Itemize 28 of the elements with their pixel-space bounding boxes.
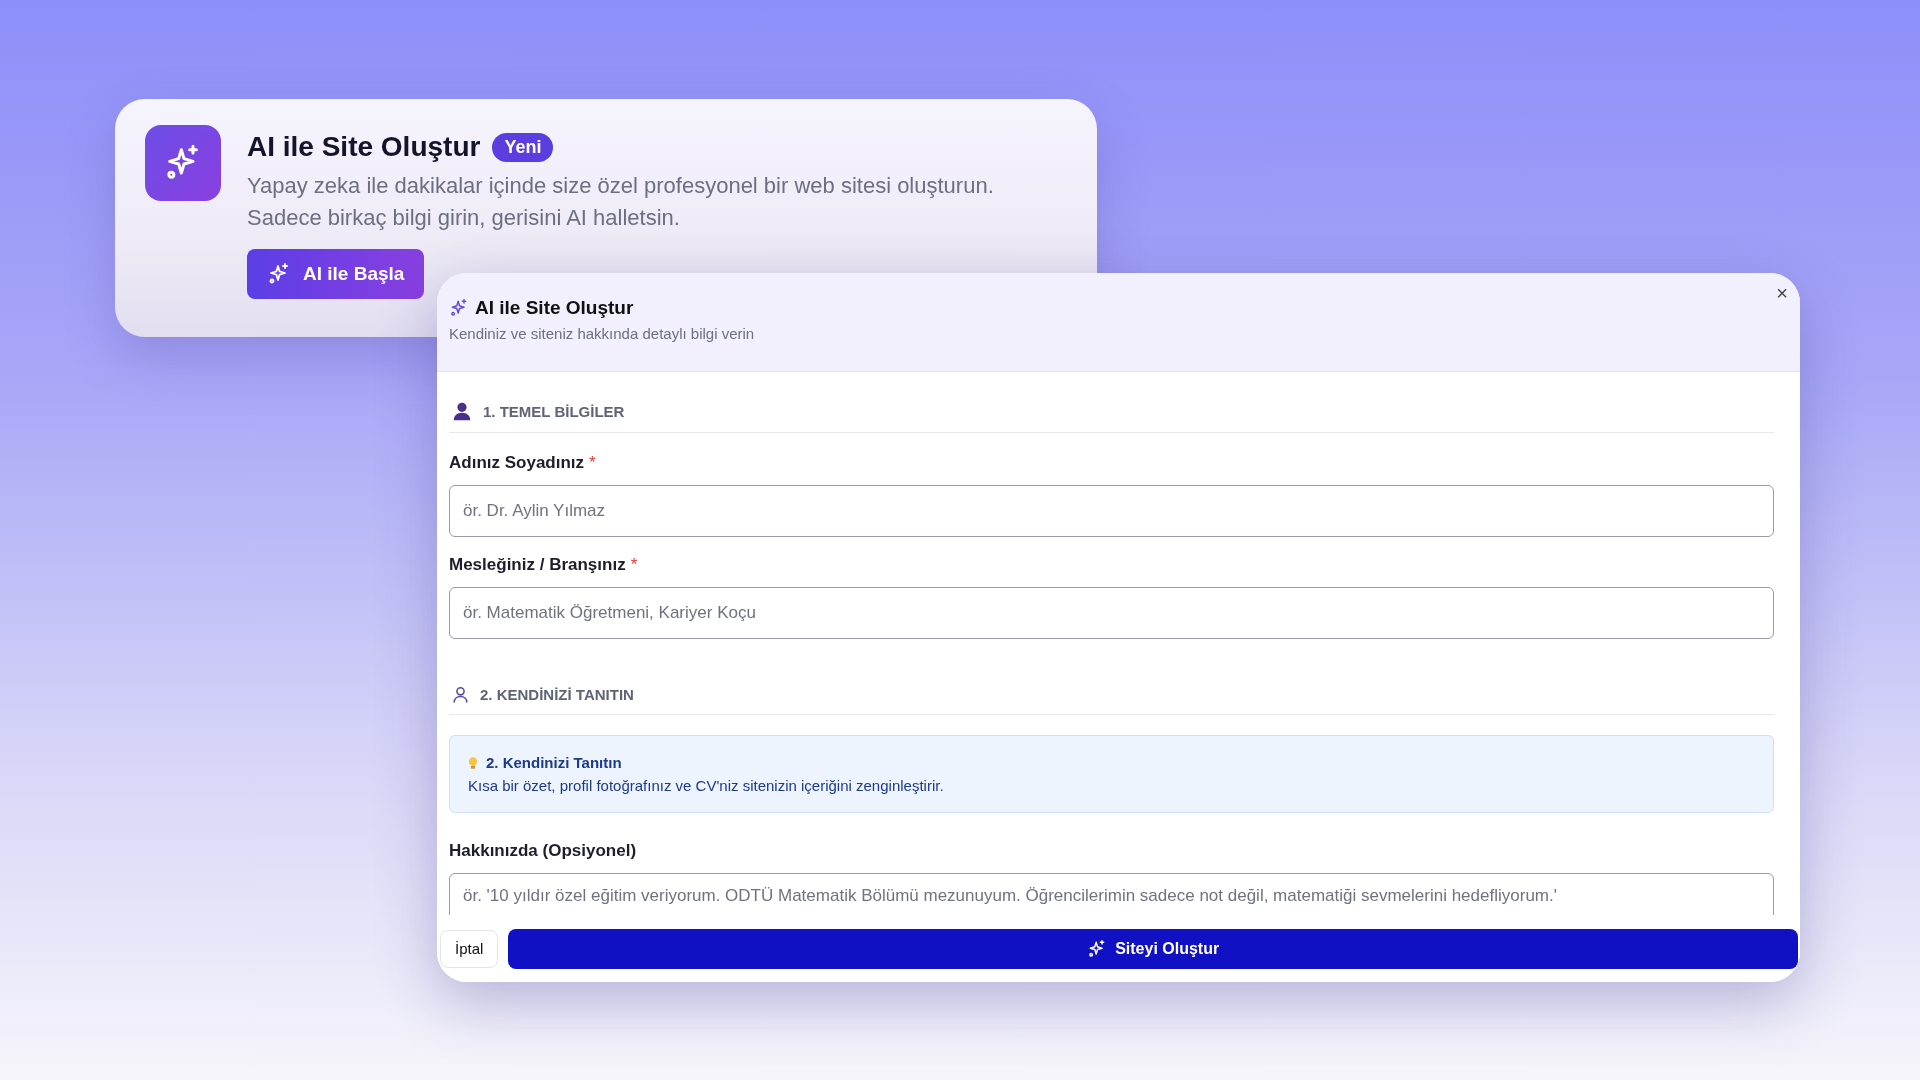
info-title: 2. Kendinizi Tanıtın xyxy=(486,754,622,771)
input-field[interactable]: ör. Matematik Öğretmeni, Kariyer Koçu xyxy=(449,587,1774,639)
person-icon xyxy=(451,400,473,422)
text-area[interactable]: ör. '10 yıldır özel eğitim veriyorum. ODTÜ Matematik Bölümü mezunuyum. Öğrencilerimin sadece not değil, matematiği sevmelerini hedefliyorum.' xyxy=(449,873,1774,915)
modal-subtitle: Kendiniz ve siteniz hakkında detaylı bilgi verin xyxy=(449,325,756,342)
sparkle-icon xyxy=(449,298,469,318)
info-text: Kısa bir özet, profil fotoğrafınız ve CV'niz sitenizin içeriğini zenginleştirir. xyxy=(468,777,945,794)
submit-button[interactable]: Siteyi Oluştur xyxy=(508,928,1798,969)
new-badge: Yeni xyxy=(492,132,554,162)
section-heading: 1. TEMEL BİLGİLER xyxy=(483,402,625,420)
field-label: Hakkınızda (Opsiyonel) xyxy=(449,841,637,861)
person-icon xyxy=(451,685,470,704)
field-label: Adınız Soyadınız xyxy=(449,453,585,473)
modal-title: AI ile Site Oluştur xyxy=(475,297,634,319)
lightbulb-icon xyxy=(468,755,478,770)
cancel-button[interactable]: İptal xyxy=(440,929,499,968)
card-description: Yapay zeka ile dakikalar içinde size özel profesyonel bir web sitesi oluşturun. xyxy=(247,173,994,199)
required-mark: * xyxy=(589,453,596,473)
section-heading: 2. KENDİNİZİ TANITIN xyxy=(480,686,634,703)
card-title: AI ile Site Oluştur xyxy=(247,131,481,163)
field-label: Mesleğiniz / Branşınız xyxy=(449,555,626,575)
required-mark: * xyxy=(630,555,638,575)
close-button[interactable]: × xyxy=(1772,283,1792,303)
start-button[interactable]: AI ile Başla xyxy=(247,249,425,299)
sparkle-icon xyxy=(267,262,291,286)
sparkle-icon xyxy=(145,125,221,201)
card-description: Sadece birkaç bilgi girin, gerisini AI halletsin. xyxy=(247,205,681,231)
input-field[interactable]: ör. Dr. Aylin Yılmaz xyxy=(449,485,1774,537)
